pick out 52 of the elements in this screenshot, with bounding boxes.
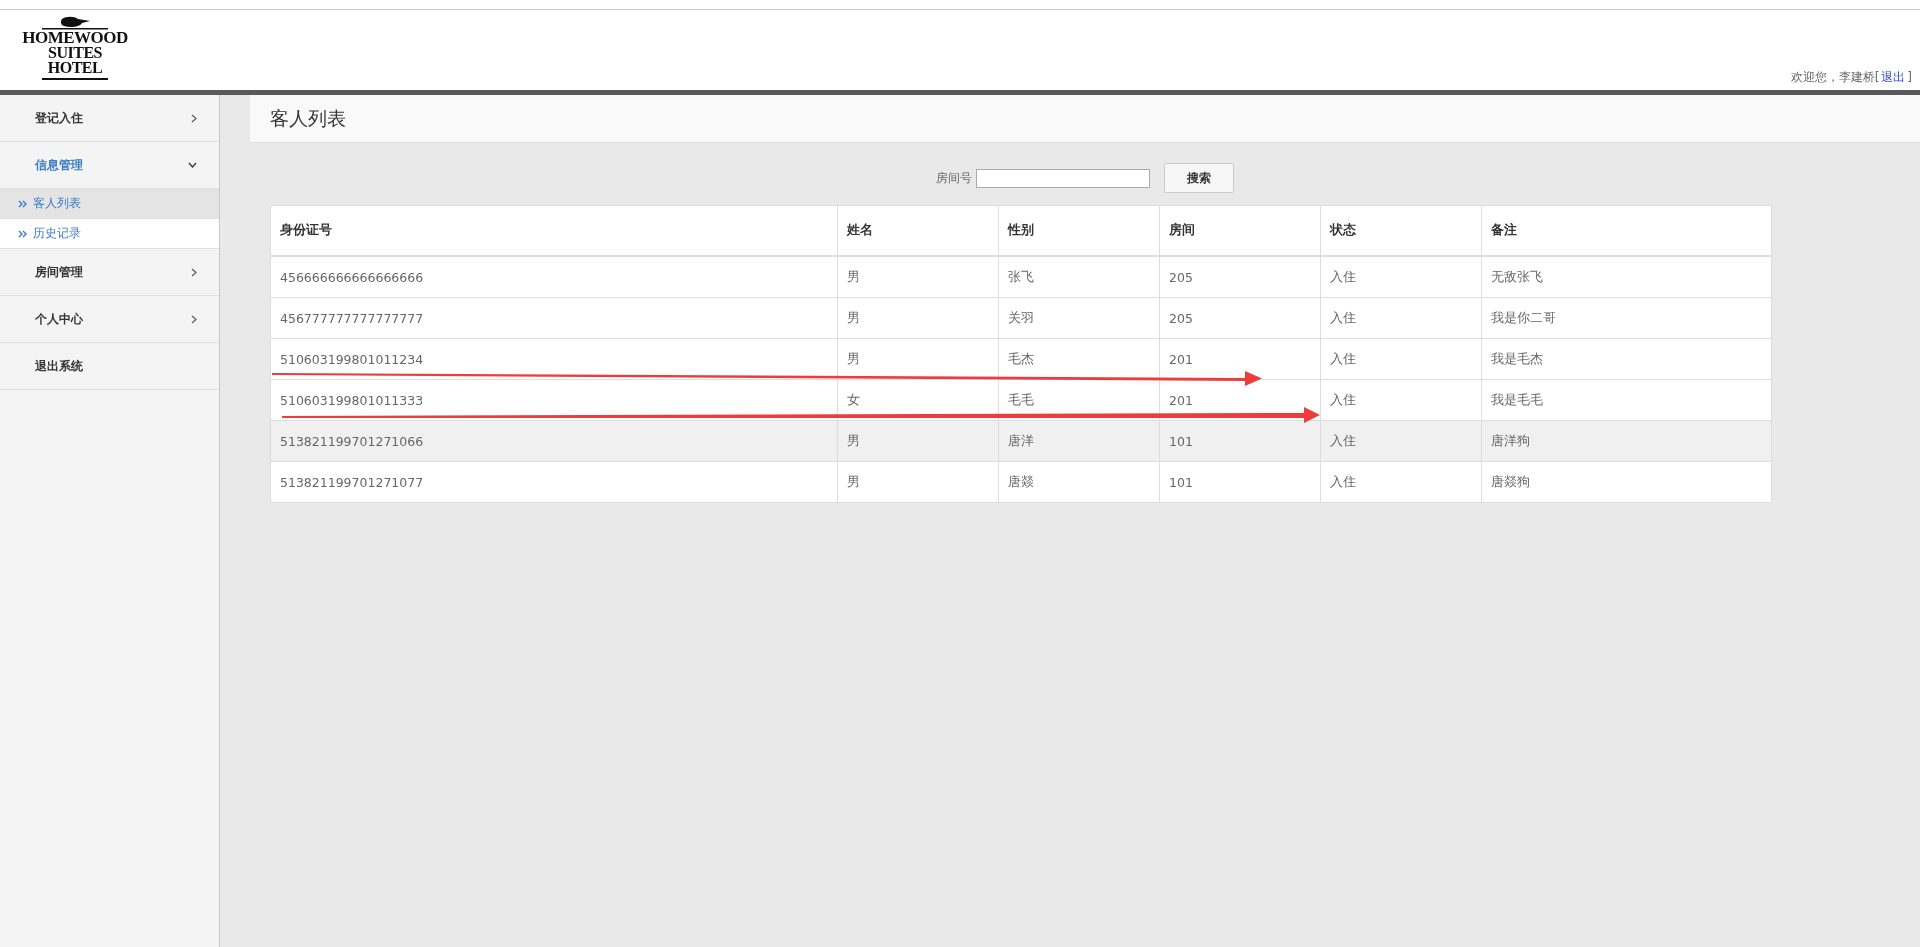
table-cell: 我是你二哥	[1481, 297, 1772, 339]
chevron-right-icon	[191, 314, 197, 324]
double-chevron-icon	[18, 199, 27, 208]
table-cell: 入住	[1320, 379, 1482, 421]
double-chevron-icon	[18, 229, 27, 238]
table-cell: 男	[837, 461, 999, 503]
table-cell: 我是毛杰	[1481, 338, 1772, 380]
table-cell: 入住	[1320, 338, 1482, 380]
column-header: 状态	[1320, 205, 1482, 256]
column-header: 备注	[1481, 205, 1772, 256]
table-cell: 唐洋狗	[1481, 420, 1772, 462]
table-cell: 关羽	[998, 297, 1160, 339]
logout-link[interactable]: 退出	[1879, 70, 1908, 84]
column-header: 房间	[1159, 205, 1321, 256]
chevron-right-icon	[191, 267, 197, 277]
table-cell: 男	[837, 256, 999, 298]
table-cell: 456666666666666666	[270, 256, 838, 298]
chevron-down-icon	[188, 162, 197, 168]
search-button[interactable]: 搜索	[1164, 163, 1234, 193]
room-number-field[interactable]	[976, 168, 1150, 188]
table-cell: 205	[1159, 256, 1321, 298]
table-cell: 无敌张飞	[1481, 256, 1772, 298]
table-cell: 入住	[1320, 297, 1482, 339]
column-header: 身份证号	[270, 205, 838, 256]
search-label: 房间号	[936, 169, 972, 187]
welcome-text: 欢迎您，李建桥[	[1790, 70, 1880, 84]
submenu-item[interactable]: 历史记录	[0, 219, 219, 249]
table-cell: 唐燚狗	[1481, 461, 1772, 503]
table-cell: 513821199701271066	[270, 420, 838, 462]
table-cell: 男	[837, 297, 999, 339]
table-cell: 513821199701271077	[270, 461, 838, 503]
table-cell: 入住	[1320, 420, 1482, 462]
table-cell: 入住	[1320, 256, 1482, 298]
table-cell: 入住	[1320, 461, 1482, 503]
bracket-text: ]	[1907, 70, 1912, 84]
page-title: 客人列表	[270, 105, 346, 131]
table-cell: 456777777777777777	[270, 297, 838, 339]
highlighted-row[interactable]: 513821199701271066 男 唐洋 101 入住 唐洋狗	[270, 420, 1772, 462]
submenu-item[interactable]: 客人列表	[0, 189, 219, 219]
table-cell: 205	[1159, 297, 1321, 339]
column-header: 姓名	[837, 205, 999, 256]
bird-icon	[42, 16, 108, 30]
column-header: 性别	[998, 205, 1160, 256]
table-cell: 我是毛毛	[1481, 379, 1772, 421]
table-cell: 唐燚	[998, 461, 1160, 503]
table-cell: 101	[1159, 420, 1321, 462]
hotel-logo: HOMEWOOD SUITES HOTEL	[10, 16, 140, 80]
chevron-right-icon	[191, 113, 197, 123]
table-cell: 男	[837, 420, 999, 462]
table-cell: 101	[1159, 461, 1321, 503]
table-cell: 唐洋	[998, 420, 1160, 462]
table-cell: 张飞	[998, 256, 1160, 298]
